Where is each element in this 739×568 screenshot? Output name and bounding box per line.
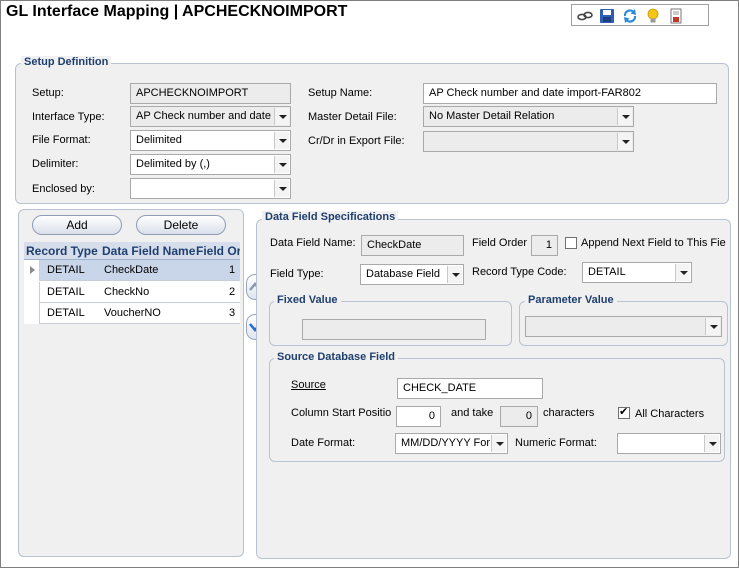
delete-button[interactable]: Delete <box>136 215 226 235</box>
numeric-format-label: Numeric Format: <box>515 437 597 449</box>
chevron-down-icon[interactable] <box>617 133 632 150</box>
report-icon[interactable] <box>668 8 684 24</box>
chevron-down-icon[interactable] <box>274 132 289 149</box>
setup-name-label: Setup Name: <box>308 87 373 99</box>
field-type-select[interactable]: Database Field <box>360 264 464 285</box>
crdr-select[interactable] <box>423 131 634 152</box>
lightbulb-icon[interactable] <box>645 8 661 24</box>
field-type-label: Field Type: <box>270 268 324 280</box>
chevron-down-icon[interactable] <box>617 108 632 125</box>
field-order-field: 1 <box>531 235 558 256</box>
chevron-down-icon[interactable] <box>705 318 720 335</box>
and-take-label: and take <box>451 407 494 419</box>
setup-field: APCHECKNOIMPORT <box>130 83 291 104</box>
record-type-code-label: Record Type Code: <box>472 266 567 278</box>
setup-definition-title: Setup Definition <box>21 56 112 68</box>
interface-type-label: Interface Type: <box>32 111 105 123</box>
column-start-label: Column Start Positio <box>291 407 392 419</box>
append-next-field-label: Append Next Field to This Fie <box>581 237 726 249</box>
append-next-field-checkbox[interactable] <box>565 237 577 249</box>
master-detail-select[interactable]: No Master Detail Relation <box>423 106 634 127</box>
chevron-down-icon[interactable] <box>675 264 690 281</box>
data-field-spec-title: Data Field Specifications <box>262 211 399 223</box>
take-characters-field: 0 <box>500 406 538 427</box>
source-db-title: Source Database Field <box>274 351 398 363</box>
setup-label: Setup: <box>32 87 64 99</box>
delimiter-select[interactable]: Delimited by (,) <box>130 154 291 175</box>
all-characters-label: All Characters <box>635 408 705 420</box>
refresh-icon[interactable] <box>622 8 638 24</box>
all-characters-checkbox[interactable] <box>618 405 630 419</box>
table-row[interactable]: DETAIL CheckDate 1 <box>24 260 240 281</box>
toolbar <box>571 4 709 26</box>
source-link[interactable]: Source <box>291 379 326 391</box>
data-field-name-label: Data Field Name: <box>270 237 356 249</box>
delimiter-label: Delimiter: <box>32 158 79 170</box>
window-frame: GL Interface Mapping | APCHECKNOIMPORT S… <box>0 0 739 568</box>
master-detail-label: Master Detail File: <box>308 111 397 123</box>
parameter-value-title: Parameter Value <box>525 294 617 306</box>
add-button[interactable]: Add <box>32 215 122 235</box>
grid-header: Record Type Data Field Name Field Or <box>24 242 240 260</box>
numeric-format-select[interactable] <box>617 433 721 454</box>
save-icon[interactable] <box>599 8 615 24</box>
record-type-code-select[interactable]: DETAIL <box>582 262 692 283</box>
characters-label: characters <box>543 407 595 419</box>
table-row[interactable]: DETAIL VoucherNO 3 <box>24 303 240 324</box>
fixed-value-title: Fixed Value <box>274 294 341 306</box>
fixed-value-field <box>302 319 486 340</box>
parameter-value-select[interactable] <box>525 316 722 337</box>
chevron-down-icon[interactable] <box>274 156 289 173</box>
row-selector-icon <box>24 260 40 281</box>
field-order-label: Field Order <box>472 237 528 249</box>
chevron-down-icon[interactable] <box>274 180 289 197</box>
page-title: GL Interface Mapping | APCHECKNOIMPORT <box>6 3 348 20</box>
field-grid: Record Type Data Field Name Field Or DET… <box>24 242 240 324</box>
col-data-field-name[interactable]: Data Field Name <box>102 244 195 258</box>
crdr-label: Cr/Dr in Export File: <box>308 135 405 147</box>
file-format-label: File Format: <box>32 134 91 146</box>
source-field[interactable]: CHECK_DATE <box>397 378 543 399</box>
interface-type-select[interactable]: AP Check number and date <box>130 106 291 127</box>
link-icon[interactable] <box>577 8 593 24</box>
file-format-select[interactable]: Delimited <box>130 130 291 151</box>
date-format-select[interactable]: MM/DD/YYYY For <box>395 433 508 454</box>
chevron-down-icon[interactable] <box>704 435 719 452</box>
col-field-order[interactable]: Field Or <box>196 244 240 258</box>
chevron-down-icon[interactable] <box>274 108 289 125</box>
setup-name-field[interactable]: AP Check number and date import-FAR802 <box>423 83 717 104</box>
chevron-down-icon[interactable] <box>491 435 506 452</box>
enclosed-by-select[interactable] <box>130 178 291 199</box>
chevron-down-icon[interactable] <box>447 266 462 283</box>
col-record-type[interactable]: Record Type <box>26 244 98 258</box>
enclosed-by-label: Enclosed by: <box>32 183 95 195</box>
data-field-name-field: CheckDate <box>361 235 464 256</box>
table-row[interactable]: DETAIL CheckNo 2 <box>24 282 240 303</box>
date-format-label: Date Format: <box>291 437 356 449</box>
column-start-field[interactable]: 0 <box>396 406 441 427</box>
